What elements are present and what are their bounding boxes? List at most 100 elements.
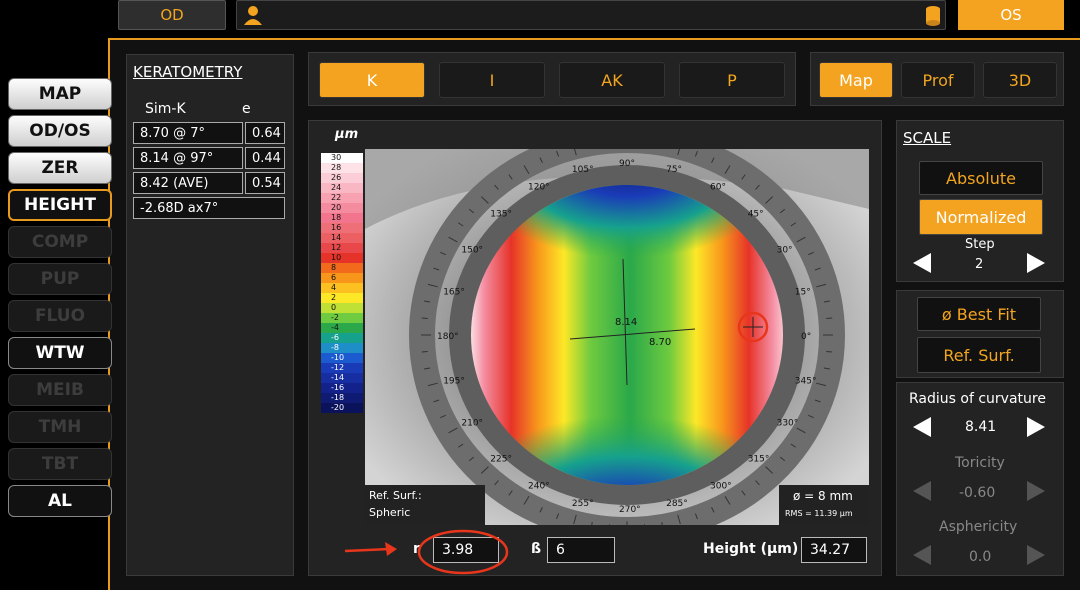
height-label: Height (µm): [703, 541, 799, 557]
angle-label: 15°: [795, 287, 811, 297]
e-row-3: 0.54: [245, 172, 285, 194]
legend-entry: 2: [321, 293, 363, 303]
angle-label: 255°: [572, 499, 594, 509]
angle-label: 285°: [666, 499, 688, 509]
sidebar-item-od-os[interactable]: OD/OS: [8, 115, 112, 147]
sidebar-item-comp: COMP: [8, 226, 112, 258]
patient-icon[interactable]: [243, 5, 263, 25]
radius-increase-icon[interactable]: [1027, 417, 1045, 437]
angle-label: 90°: [619, 159, 635, 169]
radius-panel: Radius of curvature 8.41 Toricity -0.60 …: [896, 382, 1064, 576]
map-panel: µm 30 28 26 24 22 20 18 16 14 12 10 8 6 4 2 0 -2 -4 -6 -8 -1…: [308, 120, 882, 576]
best-fit-button[interactable]: ø Best Fit: [917, 297, 1041, 331]
toricity-value: -0.60: [959, 485, 996, 501]
beta-input[interactable]: 6: [547, 537, 615, 563]
asphericity-increase-icon: [1027, 545, 1045, 565]
angle-tick: [609, 524, 611, 525]
angle-label: 180°: [437, 332, 459, 342]
legend-entry: 30: [321, 153, 363, 163]
angle-label: 0°: [801, 332, 811, 342]
view-tabs: Map Prof 3D: [810, 52, 1064, 106]
angle-label: 225°: [490, 454, 512, 464]
legend-entry: -4: [321, 323, 363, 333]
radius-decrease-icon[interactable]: [913, 417, 931, 437]
sidebar-item-al[interactable]: AL: [8, 485, 112, 517]
absolute-button[interactable]: Absolute: [919, 161, 1043, 195]
database-icon[interactable]: [925, 5, 941, 27]
tab-ak[interactable]: AK: [559, 62, 665, 98]
e-header: e: [242, 101, 251, 117]
radius-title: Radius of curvature: [909, 391, 1046, 407]
sidebar-item-wtw[interactable]: WTW: [8, 337, 112, 369]
toricity-increase-icon: [1027, 481, 1045, 501]
legend-entry: 0: [321, 303, 363, 313]
rms-label: RMS = 11.39 µm: [785, 509, 853, 518]
sidebar-item-zer[interactable]: ZER: [8, 152, 112, 184]
os-eye-button[interactable]: OS: [958, 0, 1064, 30]
sidebar-item-tmh: TMH: [8, 411, 112, 443]
legend-entry: 24: [321, 183, 363, 193]
scale-title: SCALE: [903, 129, 952, 147]
legend-entry: 10: [321, 253, 363, 263]
ref-surf-box: Ref. Surf.: Spheric: [365, 485, 485, 525]
legend-entry: -2: [321, 313, 363, 323]
tab-p[interactable]: P: [679, 62, 785, 98]
height-map[interactable]: 8.14 8.70 105° 90° 75° 120° 60° 135° 45° 150° 30…: [365, 149, 869, 525]
legend-entry: 20: [321, 203, 363, 213]
legend-entry: 22: [321, 193, 363, 203]
angle-label: 75°: [666, 165, 682, 175]
legend-entry: 26: [321, 173, 363, 183]
keratometry-title: KERATOMETRY: [133, 63, 243, 81]
tab-prof[interactable]: Prof: [901, 62, 975, 98]
asphericity-decrease-icon: [913, 545, 931, 565]
sidebar-item-fluo: FLUO: [8, 300, 112, 332]
legend-entry: 6: [321, 273, 363, 283]
scale-panel: SCALE Absolute Normalized Step 2: [896, 120, 1064, 282]
ref-surf-button[interactable]: Ref. Surf.: [917, 337, 1041, 373]
unit-label: µm: [335, 127, 359, 142]
legend-entry: -18: [321, 393, 363, 403]
simk-header: Sim-K: [145, 101, 186, 117]
sidebar-item-tbt: TBT: [8, 448, 112, 480]
step-decrease-icon[interactable]: [913, 253, 931, 273]
legend-entry: 4: [321, 283, 363, 293]
center-value-2: 8.70: [649, 337, 671, 348]
asphericity-label: Asphericity: [939, 519, 1018, 535]
tab-i[interactable]: I: [439, 62, 545, 98]
height-value: 34.27: [801, 537, 867, 563]
angle-label: 165°: [443, 287, 465, 297]
normalized-button[interactable]: Normalized: [919, 199, 1043, 235]
sidebar-item-meib: MEIB: [8, 374, 112, 406]
tab-map[interactable]: Map: [819, 62, 893, 98]
simk-row-2: 8.14 @ 97°: [133, 147, 243, 169]
od-eye-button[interactable]: OD: [118, 0, 226, 30]
step-value: 2: [975, 257, 984, 272]
legend-entry: 8: [321, 263, 363, 273]
angle-tick: [643, 524, 645, 525]
color-legend: 30 28 26 24 22 20 18 16 14 12 10 8 6 4 2 0 -2 -4 -6 -8 -10 -1…: [321, 153, 365, 413]
sidebar-item-pup: PUP: [8, 263, 112, 295]
angle-label: 195°: [443, 377, 465, 387]
simk-row-3: 8.42 (AVE): [133, 172, 243, 194]
legend-entry: -16: [321, 383, 363, 393]
r-annotation-circle: [417, 529, 509, 575]
tab-3d[interactable]: 3D: [983, 62, 1057, 98]
annotation-arrow: [344, 542, 397, 556]
sidebar-item-map[interactable]: MAP: [8, 78, 112, 110]
e-row-1: 0.64: [245, 122, 285, 144]
diameter-label: ø = 8 mm: [793, 489, 853, 503]
radius-value: 8.41: [965, 419, 997, 435]
e-row-2: 0.44: [245, 147, 285, 169]
step-label: Step: [965, 237, 995, 252]
tab-k[interactable]: K: [319, 62, 425, 98]
legend-entry: 28: [321, 163, 363, 173]
sidebar-item-height[interactable]: HEIGHT: [8, 189, 112, 221]
angle-label: 270°: [619, 505, 641, 515]
angle-label: 30°: [777, 246, 793, 256]
angle-label: 330°: [777, 418, 799, 428]
angle-label: 120°: [528, 182, 550, 192]
step-increase-icon[interactable]: [1027, 253, 1045, 273]
angle-label: 135°: [490, 210, 512, 220]
simk-row-1: 8.70 @ 7°: [133, 122, 243, 144]
astig-row: -2.68D ax7°: [133, 197, 285, 219]
